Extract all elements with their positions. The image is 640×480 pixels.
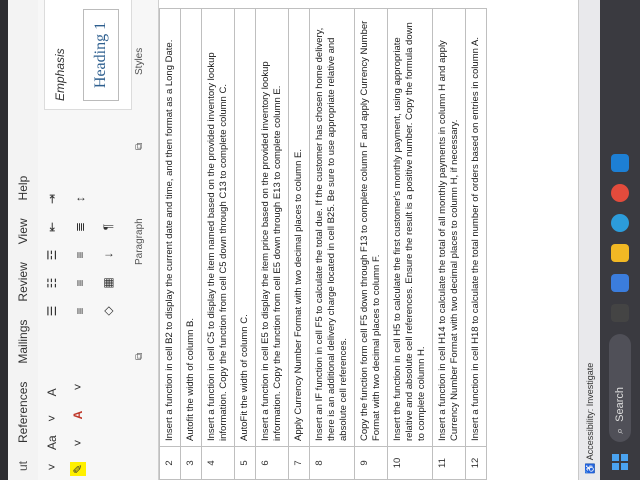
status-bar: ♿ Accessibility: Investigate — [578, 0, 600, 480]
styles-gallery: Emphasis Heading 1 — [44, 0, 132, 110]
font-dialog-launcher-icon[interactable]: ⧉ — [134, 353, 145, 360]
word-window: ut References Mailings Review View Help … — [8, 0, 600, 480]
style-heading-1[interactable]: Heading 1 — [83, 9, 119, 101]
multilevel-list-icon[interactable]: ☲ — [44, 246, 60, 264]
tab-help[interactable]: Help — [16, 167, 30, 210]
step-number: 12 — [465, 446, 487, 480]
step-text[interactable]: Insert a function in cell E5 to display … — [255, 8, 289, 447]
table-row: 3 Autofit the width of column B. — [180, 8, 202, 480]
style-emphasis[interactable]: Emphasis — [53, 48, 67, 101]
step-number: 9 — [354, 446, 388, 480]
accessibility-icon[interactable]: ♿ — [585, 460, 596, 474]
step-number: 4 — [201, 446, 235, 480]
table-row: 7 Apply Currency Number Format with two d… — [288, 8, 310, 480]
font-shrink-icon[interactable]: ˅ — [44, 458, 60, 476]
sort-icon[interactable]: ↓ — [100, 246, 116, 264]
step-number: 6 — [255, 446, 289, 480]
table-row: 4 Insert a function in cell C5 to display… — [201, 8, 235, 480]
windows-start-icon[interactable] — [612, 454, 628, 470]
show-formatting-icon[interactable]: ¶ — [100, 218, 116, 236]
laptop-bezel — [0, 0, 8, 480]
step-text[interactable]: Autofit the width of column B. — [180, 8, 202, 447]
ribbon-tabs: ut References Mailings Review View Help — [8, 0, 39, 480]
word-icon[interactable] — [611, 154, 629, 172]
file-explorer-icon[interactable] — [611, 244, 629, 262]
align-center-icon[interactable]: ≡ — [72, 274, 88, 292]
styles-group-label: Styles — [134, 47, 145, 75]
tab-view[interactable]: View — [16, 209, 30, 253]
step-number: 3 — [180, 446, 202, 480]
chevron-down-icon[interactable]: ˅ — [70, 434, 86, 452]
font-color-icon[interactable]: A — [70, 406, 86, 424]
step-number: 11 — [432, 446, 466, 480]
task-view-icon[interactable] — [611, 304, 629, 322]
align-controls: ≡ ≡ ≡ ≣ ↕ — [72, 190, 88, 320]
taskbar-search[interactable]: ⌕ Search — [609, 334, 631, 442]
edge-icon[interactable] — [611, 214, 629, 232]
tab-references[interactable]: References — [16, 373, 30, 452]
step-number: 5 — [234, 446, 256, 480]
table-row: 11 Insert a function in cell H14 to calcu… — [432, 8, 466, 480]
decrease-indent-icon[interactable]: ⇤ — [44, 218, 60, 236]
table-row: 10 Insert the function in cell H5 to calc… — [387, 8, 433, 480]
table-row: 12 Insert a function in cell H18 to calcu… — [465, 8, 487, 480]
table-row: 5 AutoFit the width of column C. — [234, 8, 256, 480]
change-case-button[interactable]: Aa — [45, 435, 59, 450]
step-text[interactable]: Insert the function in cell H5 to calcul… — [387, 8, 433, 447]
step-text[interactable]: Insert a function in cell C5 to display … — [201, 8, 235, 447]
instructions-table: 2 Insert a function in cell B2 to display… — [159, 8, 487, 480]
table-row: 9 Copy the function form cell F5 down thr… — [354, 8, 388, 480]
step-number: 8 — [309, 446, 355, 480]
paragraph-dialog-launcher-icon[interactable]: ⧉ — [134, 143, 145, 150]
step-number: 7 — [288, 446, 310, 480]
step-number: 10 — [387, 446, 433, 480]
step-text[interactable]: Apply Currency Number Format with two de… — [288, 8, 310, 447]
highlighter-icon[interactable]: ✎ — [70, 462, 86, 476]
step-text[interactable]: Insert a function in cell B2 to display … — [159, 8, 181, 447]
tab-review[interactable]: Review — [16, 253, 30, 310]
taskbar: ⌕ Search — [600, 0, 640, 480]
tab-layout-partial[interactable]: ut — [16, 452, 30, 480]
table-row: 6 Insert a function in cell E5 to display… — [255, 8, 289, 480]
rotated-screen-photo: ut References Mailings Review View Help … — [0, 0, 640, 480]
line-spacing-icon[interactable]: ↕ — [72, 190, 88, 208]
search-icon: ⌕ — [613, 427, 626, 434]
chevron-down-icon[interactable]: ˅ — [70, 378, 86, 396]
accessibility-status[interactable]: Accessibility: Investigate — [585, 363, 595, 461]
shading-icon[interactable]: ◇ — [100, 302, 116, 320]
justify-icon[interactable]: ≣ — [72, 218, 88, 236]
step-text[interactable]: AutoFit the width of column C. — [234, 8, 256, 447]
step-text[interactable]: Insert an IF function in cell F5 to calc… — [309, 8, 355, 447]
align-left-icon[interactable]: ≡ — [72, 302, 88, 320]
numbering-icon[interactable]: ☷ — [44, 274, 60, 292]
step-text[interactable]: Copy the function form cell F5 down thro… — [354, 8, 388, 447]
table-row: 8 Insert an IF function in cell F5 to cal… — [309, 8, 355, 480]
font-controls: ˅ Aa ˅ A — [44, 383, 60, 476]
borders-icon[interactable]: ▦ — [100, 274, 116, 292]
tab-mailings[interactable]: Mailings — [16, 311, 30, 373]
step-text[interactable]: Insert a function in cell H14 to calcula… — [432, 8, 466, 447]
align-right-icon[interactable]: ≡ — [72, 246, 88, 264]
store-icon[interactable] — [611, 274, 629, 292]
search-placeholder: Search — [614, 386, 626, 422]
step-text[interactable]: Insert a function in cell H18 to calcula… — [465, 8, 487, 447]
document-page: 2 Insert a function in cell B2 to display… — [159, 0, 578, 480]
font-color-controls: ✎ ˅ A ˅ — [70, 378, 86, 476]
bullets-icon[interactable]: ☰ — [44, 302, 60, 320]
paragraph-group-label: Paragraph — [134, 218, 145, 265]
list-controls: ☰ ☷ ☲ ⇤ ⇥ — [44, 190, 60, 320]
clear-formatting-icon[interactable]: A — [44, 383, 60, 401]
step-number: 2 — [159, 446, 181, 480]
table-row: 2 Insert a function in cell B2 to display… — [159, 8, 181, 480]
increase-indent-icon[interactable]: ⇥ — [44, 190, 60, 208]
chrome-icon[interactable] — [611, 184, 629, 202]
shading-controls: ◇ ▦ ↓ ¶ — [100, 218, 116, 320]
chevron-down-icon[interactable]: ˅ — [44, 409, 60, 427]
ribbon-body: ˅ Aa ˅ A ✎ ˅ A ˅ ☰ ☷ ☲ ⇤ ⇥ ≡ ≡ ≡ ≣ ↕ ◇ ▦… — [38, 0, 159, 480]
